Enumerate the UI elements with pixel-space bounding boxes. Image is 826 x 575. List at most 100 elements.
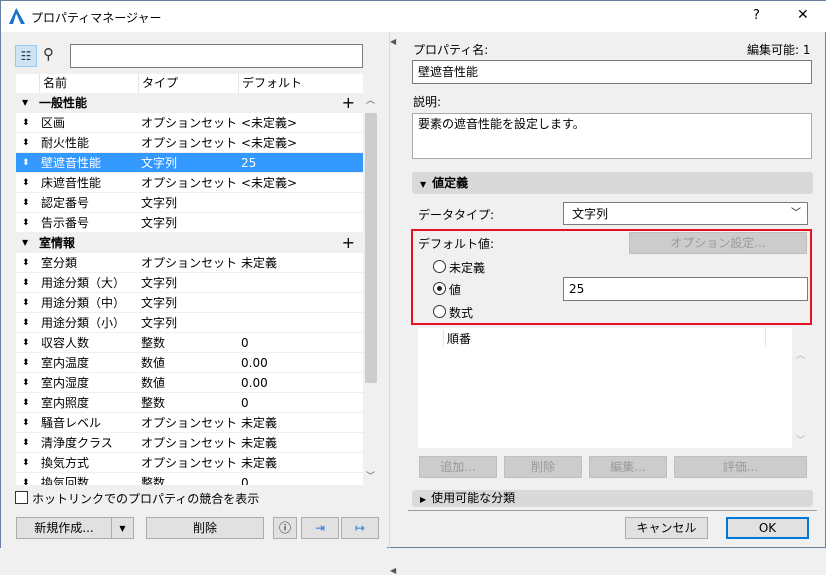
cell-type: オプションセット — [141, 436, 238, 450]
table-row[interactable]: ⬍ 用途分類（中） 文字列 — [16, 293, 363, 313]
import-icon[interactable]: ⇥ — [301, 517, 339, 539]
delete-property-button[interactable]: 削除 — [146, 517, 264, 539]
radio-undefined[interactable] — [433, 260, 446, 273]
list-scroll-up-icon[interactable]: ︿ — [796, 348, 805, 361]
description-textarea[interactable]: 要素の遮音性能を設定します。 — [412, 113, 812, 159]
drag-handle-icon[interactable]: ⬍ — [22, 333, 30, 353]
collapse-icon[interactable]: ▼ — [22, 233, 28, 253]
table-row[interactable]: ⬍ 区画 オプションセット <未定義> — [16, 113, 363, 133]
evaluate-button[interactable]: 評価... — [674, 456, 807, 478]
group-name: 室情報 — [39, 236, 76, 250]
default-value-input[interactable]: 25 — [563, 277, 808, 301]
info-icon[interactable]: ⓘ — [273, 517, 297, 539]
datatype-select[interactable]: 文字列 ﹀ — [563, 202, 808, 225]
drag-handle-icon[interactable]: ⬍ — [22, 433, 30, 453]
radio-formula[interactable] — [433, 305, 446, 318]
cell-type: 数値 — [141, 356, 166, 370]
value-definition-header[interactable]: ▼ 値定義 — [412, 172, 813, 194]
add-icon[interactable]: + — [342, 233, 355, 253]
window-title: プロパティマネージャー — [31, 11, 162, 25]
cell-default: 未定義 — [241, 436, 278, 450]
app-logo-icon — [9, 8, 25, 24]
search-icon[interactable]: ⚲ — [43, 45, 54, 63]
property-name-input[interactable]: 壁遮音性能 — [412, 60, 812, 84]
table-row[interactable]: ⬍ 室内湿度 数値 0.00 — [16, 373, 363, 393]
drag-handle-icon[interactable]: ⬍ — [22, 293, 30, 313]
datatype-value: 文字列 — [572, 207, 609, 221]
edit-button[interactable]: 編集... — [589, 456, 667, 478]
option-settings-button[interactable]: オプション設定... — [629, 232, 807, 254]
drag-handle-icon[interactable]: ⬍ — [22, 173, 30, 193]
table-row[interactable]: ⬍ 告示番号 文字列 — [16, 213, 363, 233]
table-row[interactable]: ⬍ 室分類 オプションセット 未定義 — [16, 253, 363, 273]
table-row[interactable]: ⬍ 耐火性能 オプションセット <未定義> — [16, 133, 363, 153]
hotlink-checkbox[interactable] — [15, 491, 28, 504]
export-icon[interactable]: ↦ — [341, 517, 379, 539]
table-row[interactable]: ⬍ 用途分類（小） 文字列 — [16, 313, 363, 333]
cell-type: オプションセット — [141, 176, 238, 190]
drag-handle-icon[interactable]: ⬍ — [22, 213, 30, 233]
datatype-label: データタイプ: — [418, 208, 495, 222]
cell-name: 用途分類（大） — [41, 276, 126, 290]
hotlink-checkbox-label[interactable]: ホットリンクでのプロパティの競合を表示 — [32, 490, 259, 507]
table-row[interactable]: ⬍ 認定番号 文字列 — [16, 193, 363, 213]
new-dropdown-button[interactable]: ▼ — [111, 517, 134, 539]
column-name[interactable]: 名前 — [39, 74, 67, 93]
list-scroll-down-icon[interactable]: ﹀ — [796, 433, 805, 446]
table-row[interactable]: ⬍ 床遮音性能 オプションセット <未定義> — [16, 173, 363, 193]
scroll-down-icon[interactable]: ﹀ — [366, 469, 375, 482]
drag-handle-icon[interactable]: ⬍ — [22, 253, 30, 273]
table-row[interactable]: ⬍ 収容人数 整数 0 — [16, 333, 363, 353]
new-button[interactable]: 新規作成... — [16, 517, 112, 539]
table-row[interactable]: ⬍ 清浄度クラス オプションセット 未定義 — [16, 433, 363, 453]
scrollbar[interactable]: ︿ ﹀ — [364, 93, 378, 485]
drag-handle-icon[interactable]: ⬍ — [22, 313, 30, 333]
cell-name: 耐火性能 — [41, 136, 90, 150]
drag-handle-icon[interactable]: ⬍ — [22, 453, 30, 473]
group-row[interactable]: ▼ 一般性能 + — [16, 93, 363, 113]
scroll-up-icon[interactable]: ︿ — [366, 93, 375, 106]
table-row[interactable]: ⬍ 壁遮音性能 文字列 25 — [16, 153, 363, 173]
drag-handle-icon[interactable]: ⬍ — [22, 153, 30, 173]
table-row[interactable]: ⬍ 室内温度 数値 0.00 — [16, 353, 363, 373]
drag-handle-icon[interactable]: ⬍ — [22, 393, 30, 413]
cell-name: 認定番号 — [41, 196, 90, 210]
search-input[interactable] — [70, 44, 363, 68]
table-row[interactable]: ⬍ 騒音レベル オプションセット 未定義 — [16, 413, 363, 433]
collapse-icon[interactable]: ▼ — [22, 93, 28, 113]
order-column[interactable]: 順番 — [443, 330, 471, 347]
column-type[interactable]: タイプ — [138, 74, 178, 93]
table-row[interactable]: ⬍ 換気方式 オプションセット 未定義 — [16, 453, 363, 473]
close-button[interactable]: ✕ — [797, 7, 809, 23]
add-icon[interactable]: + — [342, 93, 355, 113]
help-button[interactable]: ? — [753, 8, 760, 23]
panel-splitter[interactable]: ◀ ◀ — [389, 32, 397, 575]
delete-value-button[interactable]: 削除 — [504, 456, 582, 478]
radio-value[interactable] — [433, 282, 446, 295]
table-row[interactable]: ⬍ 用途分類（大） 文字列 — [16, 273, 363, 293]
add-button[interactable]: 追加... — [419, 456, 497, 478]
classification-title: 使用可能な分類 — [431, 491, 516, 505]
drag-handle-icon[interactable]: ⬍ — [22, 193, 30, 213]
group-row[interactable]: ▼ 室情報 + — [16, 233, 363, 253]
scroll-thumb[interactable] — [365, 113, 377, 383]
drag-handle-icon[interactable]: ⬍ — [22, 113, 30, 133]
radio-value-label[interactable]: 値 — [449, 281, 461, 298]
drag-handle-icon[interactable]: ⬍ — [22, 373, 30, 393]
column-default[interactable]: デフォルト — [238, 74, 302, 93]
radio-formula-label[interactable]: 数式 — [449, 304, 473, 321]
cancel-button[interactable]: キャンセル — [625, 517, 708, 539]
collapse-left-icon[interactable]: ◀ — [390, 37, 396, 46]
tree-view-toggle[interactable]: ☷ — [15, 45, 37, 67]
cell-type: 文字列 — [141, 156, 178, 170]
cell-type: 整数 — [141, 336, 166, 350]
ok-button[interactable]: OK — [726, 517, 809, 539]
radio-undefined-label[interactable]: 未定義 — [449, 259, 485, 276]
drag-handle-icon[interactable]: ⬍ — [22, 413, 30, 433]
drag-handle-icon[interactable]: ⬍ — [22, 353, 30, 373]
table-row[interactable]: ⬍ 室内照度 整数 0 — [16, 393, 363, 413]
classification-header[interactable]: ▶ 使用可能な分類 — [412, 490, 813, 507]
drag-handle-icon[interactable]: ⬍ — [22, 273, 30, 293]
drag-handle-icon[interactable]: ⬍ — [22, 133, 30, 153]
property-name-label: プロパティ名: — [413, 43, 489, 57]
